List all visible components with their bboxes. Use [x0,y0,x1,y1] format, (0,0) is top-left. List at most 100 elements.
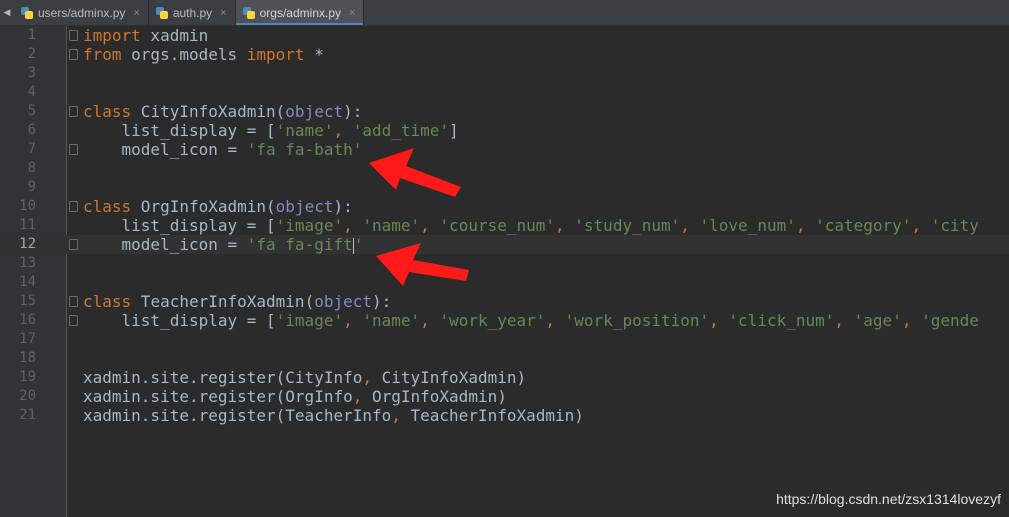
code-line[interactable]: 5 class CityInfoXadmin(object): [0,102,1009,121]
code-token: 'work_position' [564,311,710,330]
code-token: class [83,102,132,121]
code-line[interactable]: 1 import xadmin [0,26,1009,45]
code-token: , [362,368,382,387]
line-number: 18 [19,350,36,366]
code-token: 'name' [275,121,334,140]
code-token: , [352,387,372,406]
code-line[interactable]: 12 model_icon = 'fa fa-gift' [0,235,1009,254]
code-line[interactable]: 17 [0,330,1009,349]
code-token: , [391,406,411,425]
code-token: , [901,311,922,330]
close-tab-icon[interactable]: × [220,7,226,19]
line-number: 8 [27,160,36,176]
line-number: 11 [19,217,36,233]
code-line[interactable]: 18 [0,349,1009,368]
fold-marker-icon[interactable] [69,315,78,326]
fold-marker-icon[interactable] [69,49,78,60]
code-line[interactable]: 4 [0,83,1009,102]
fold-marker-icon[interactable] [69,30,78,41]
code-text: list_display = ['name', 'add_time'] [83,121,459,140]
code-line[interactable]: 10 class OrgInfoXadmin(object): [0,197,1009,216]
code-text: xadmin.site.register(OrgInfo, OrgInfoXad… [83,387,507,406]
code-line[interactable]: 15 class TeacherInfoXadmin(object): [0,292,1009,311]
code-token: , [420,311,440,330]
code-line[interactable]: 2 from orgs.models import * [0,45,1009,64]
code-token: xadmin.site.register(OrgInfo [83,387,353,406]
line-number: 16 [19,312,36,328]
line-number: 10 [19,198,36,214]
code-token: model_icon = [83,140,247,159]
code-token: * [304,45,324,64]
line-number: 15 [19,293,36,309]
tab-orgs-adminx-py[interactable]: orgs/adminx.py × [235,0,365,25]
tab-auth-py[interactable]: auth.py × [149,0,236,25]
line-number: 4 [27,84,36,100]
code-line[interactable]: 13 [0,254,1009,273]
code-token: orgs.models [121,45,247,64]
code-text: xadmin.site.register(TeacherInfo, Teache… [83,406,584,425]
code-token: ' [353,235,364,254]
code-line[interactable]: 21 xadmin.site.register(TeacherInfo, Teac… [0,406,1009,425]
code-token: , [555,216,575,235]
code-line[interactable]: 11 list_display = ['image', 'name', 'cou… [0,216,1009,235]
code-line[interactable]: 19 xadmin.site.register(CityInfo, CityInf… [0,368,1009,387]
code-line[interactable]: 6 list_display = ['name', 'add_time'] [0,121,1009,140]
fold-marker-icon[interactable] [69,106,78,117]
code-line[interactable]: 14 [0,273,1009,292]
editor-tab-bar: ◀ users/adminx.py × auth.py × orgs/adminx.py… [0,0,1009,26]
code-token: , [545,311,565,330]
line-number: 3 [27,65,36,81]
code-token: , [343,216,363,235]
code-token: , [420,216,440,235]
code-token: object [285,102,344,121]
code-line[interactable]: 3 [0,64,1009,83]
tab-list: users/adminx.py × auth.py × orgs/adminx.py × [14,0,365,25]
code-text: model_icon = 'fa fa-bath' [83,140,363,159]
code-token: 'love_num' [699,216,796,235]
fold-marker-icon[interactable] [69,201,78,212]
line-number: 5 [27,103,36,119]
code-token: 'gende [921,311,979,330]
code-token: xadmin.site.register(TeacherInfo [83,406,392,425]
python-file-icon [20,6,34,20]
code-text: model_icon = 'fa fa-gift' [83,235,364,254]
close-tab-icon[interactable]: × [349,7,355,19]
code-token: ): [343,102,363,121]
tab-label: auth.py [172,5,213,20]
line-number: 20 [19,388,36,404]
code-token: ): [372,292,392,311]
code-token: list_display = [ [83,216,276,235]
code-token: 'fa fa-bath' [246,140,363,159]
code-token: object [275,197,334,216]
code-line[interactable]: 20 xadmin.site.register(OrgInfo, OrgInfoX… [0,387,1009,406]
tab-scroll-left-icon[interactable]: ◀ [0,0,14,25]
fold-marker-icon[interactable] [69,144,78,155]
code-token: TeacherInfoXadmin) [410,406,584,425]
code-token: 'work_year' [439,311,546,330]
code-token: OrgInfoXadmin) [371,387,507,406]
line-number: 21 [19,407,36,423]
code-token: list_display = [ [83,311,276,330]
fold-marker-icon[interactable] [69,239,78,250]
code-token: , [333,121,353,140]
code-line[interactable]: 16 list_display = ['image', 'name', 'wor… [0,311,1009,330]
code-token: object [314,292,372,311]
code-line[interactable]: 9 [0,178,1009,197]
line-number: 1 [27,27,36,43]
close-tab-icon[interactable]: × [133,7,139,19]
tab-label: users/adminx.py [38,5,126,20]
fold-marker-icon[interactable] [69,296,78,307]
code-token: 'age' [853,311,902,330]
code-text: list_display = ['image', 'name', 'work_y… [83,311,979,330]
tab-users-adminx-py[interactable]: users/adminx.py × [14,0,149,25]
code-token: TeacherInfoXadmin( [131,292,315,311]
code-token: 'category' [815,216,912,235]
code-editor[interactable]: 1 import xadmin 2 from orgs.models import *… [0,26,1009,517]
code-token: , [795,216,816,235]
code-token: , [343,311,363,330]
code-line[interactable]: 7 model_icon = 'fa fa-bath' [0,140,1009,159]
code-line[interactable]: 8 [0,159,1009,178]
code-token: , [680,216,700,235]
code-text: list_display = ['image', 'name', 'course… [83,216,979,235]
code-text: from orgs.models import * [83,45,324,64]
